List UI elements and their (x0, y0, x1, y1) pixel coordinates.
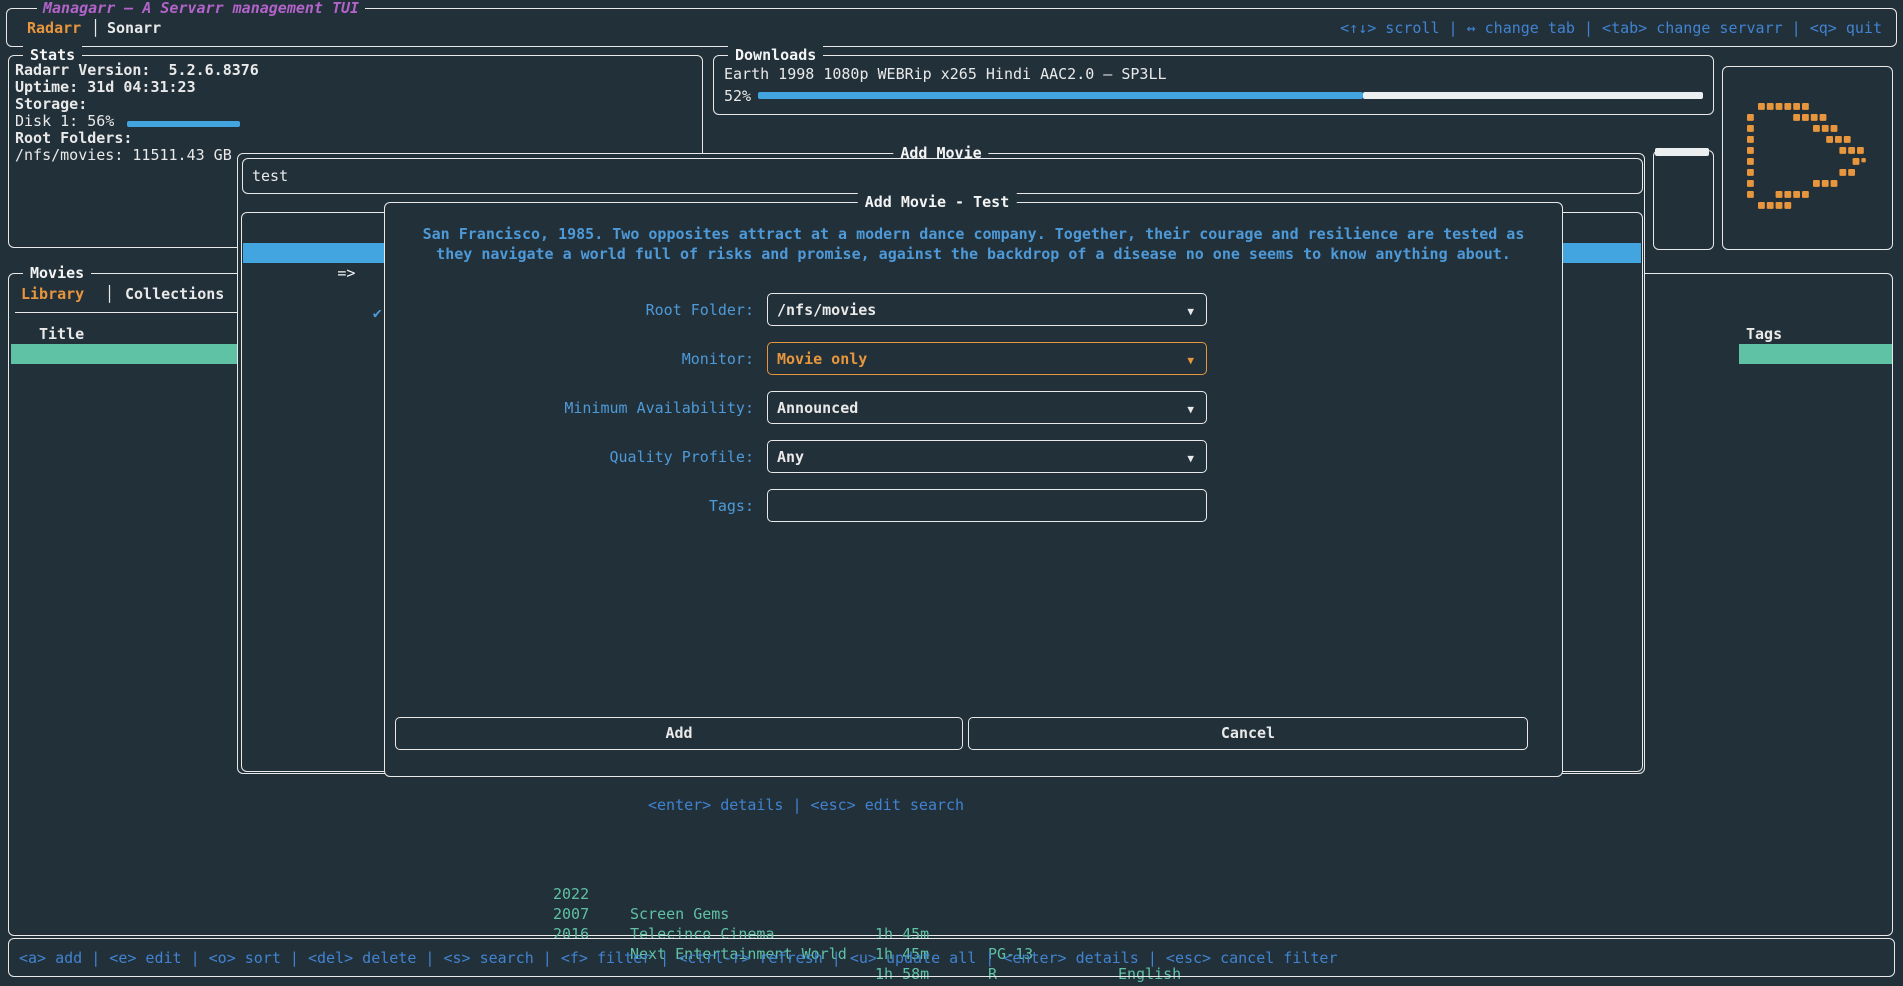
field-dropdown[interactable] (767, 489, 1207, 522)
movie-row[interactable]: The Conjuring 2 (11, 384, 239, 404)
disk-usage-gauge (127, 121, 240, 127)
movie-row[interactable]: Ma (11, 704, 239, 724)
movie-row[interactable]: 1408 (11, 824, 239, 844)
selected-row-tags-cell (1739, 344, 1892, 364)
field-label: Tags: (385, 496, 754, 516)
movie-row[interactable]: Slender Man (11, 684, 239, 704)
movie-row[interactable]: Lights Out (11, 804, 239, 824)
search-input-value: test (252, 166, 288, 186)
app-title: Managarr – A Servarr management TUI (37, 0, 365, 18)
movie-row[interactable]: The Thing (11, 464, 239, 484)
movie-row[interactable]: A Quiet Place Part II (11, 584, 239, 604)
movie-row[interactable]: Misery (11, 784, 239, 804)
footer-help-text: <a> add | <e> edit | <o> sort | <del> de… (19, 948, 1338, 968)
cancel-button[interactable]: Cancel (968, 717, 1528, 750)
field-dropdown[interactable]: Any ▼ (767, 440, 1207, 473)
tab-radarr[interactable]: Radarr (27, 18, 81, 38)
form-field: Minimum Availability: Announced ▼ (385, 391, 1562, 424)
title-column-header: Title (39, 324, 84, 344)
form-field: Root Folder: /nfs/movies ▼ (385, 293, 1562, 326)
chevron-down-icon: ▼ (1187, 351, 1194, 371)
movie-row[interactable]: Gone with the Wind (11, 544, 239, 564)
add-movie-modal: Add Movie - Test San Francisco, 1985. Tw… (384, 202, 1563, 777)
movies-title: Movies (23, 263, 91, 283)
movie-row[interactable]: A Quiet Place (11, 564, 239, 584)
movie-list: =>Dune The Conjuring The Conjuring 2 The… (11, 344, 239, 924)
chevron-down-icon: ▼ (1187, 400, 1194, 420)
movie-row[interactable]: Us (11, 664, 239, 684)
movies-tab-separator: │ (105, 284, 114, 304)
stats-root-folder: /nfs/movies: 11511.43 GB (15, 145, 232, 165)
movie-row[interactable]: The Conjuring (11, 364, 239, 384)
chevron-down-icon: ▼ (1187, 302, 1194, 322)
table-row[interactable]: 2007 Telecinco Cinema 1h 45m R Spanish 0… (0, 884, 1903, 904)
modal-title: Add Movie - Test (858, 192, 1017, 212)
field-value: Any (777, 447, 804, 467)
add-button[interactable]: Add (395, 717, 963, 750)
field-dropdown[interactable]: /nfs/movies ▼ (767, 293, 1207, 326)
download-gauge-remainder (1363, 92, 1703, 99)
tabs-underline (15, 312, 239, 313)
top-help-text: <↑↓> scroll | ↔ change tab | <tab> chang… (1340, 18, 1882, 38)
movie-row[interactable]: mother! (11, 724, 239, 744)
field-dropdown[interactable]: Announced ▼ (767, 391, 1207, 424)
field-label: Monitor: (385, 349, 754, 369)
field-label: Quality Profile: (385, 447, 754, 467)
movie-row[interactable]: Inception (11, 424, 239, 444)
movie-row[interactable]: Nope (11, 524, 239, 544)
form-field: Quality Profile: Any ▼ (385, 440, 1562, 473)
table-row[interactable]: 2022 Screen Gems 1h 45m PG-13 English 1.… (0, 864, 1903, 884)
downloads-title: Downloads (728, 45, 823, 65)
tab-library[interactable]: Library (21, 284, 84, 304)
tags-column-header: Tags (1746, 324, 1782, 344)
chevron-down-icon: ▼ (1187, 449, 1194, 469)
field-value: /nfs/movies (777, 300, 876, 320)
logo-panel (1722, 66, 1893, 250)
field-label: Root Folder: (385, 300, 754, 320)
movie-search-input[interactable]: test (242, 158, 1643, 194)
panel-fragment (1653, 150, 1714, 250)
field-value: Announced (777, 398, 858, 418)
movie-row[interactable]: Firestarter (11, 764, 239, 784)
gauge-fragment (1655, 148, 1709, 156)
top-bar: Managarr – A Servarr management TUI Rada… (6, 8, 1897, 47)
download-percent: 52% (724, 86, 751, 106)
movie-row[interactable]: Incantation (11, 744, 239, 764)
movie-row[interactable]: The Witch (11, 604, 239, 624)
movie-row[interactable]: Sinister (11, 624, 239, 644)
movie-row[interactable]: =>Dune (11, 344, 239, 364)
download-gauge-filled (758, 92, 1363, 99)
field-label: Minimum Availability: (385, 398, 754, 418)
selection-arrow: => (333, 263, 359, 283)
tab-collections[interactable]: Collections (125, 284, 224, 304)
movie-row[interactable]: The Girl with All the (11, 844, 239, 864)
movie-row[interactable]: The Conjuring: The De (11, 404, 239, 424)
managarr-logo (1736, 103, 1879, 213)
movie-row[interactable]: Life (11, 504, 239, 524)
footer-bar: <a> add | <e> edit | <o> sort | <del> de… (8, 938, 1895, 977)
download-item: Earth 1998 1080p WEBRip x265 Hindi AAC2.… (724, 64, 1167, 84)
field-dropdown[interactable]: Movie only ▼ (767, 342, 1207, 375)
downloads-panel: Downloads Earth 1998 1080p WEBRip x265 H… (713, 55, 1714, 115)
form-field: Tags: (385, 489, 1562, 522)
movie-row[interactable]: Sinister 2 (11, 644, 239, 664)
movie-row[interactable]: The Martian (11, 444, 239, 464)
table-row[interactable]: 2016 Next Entertainment World 1h 58m NR … (0, 904, 1903, 924)
overview-line-2: they navigate a world full of risks and … (436, 244, 1511, 264)
overview-line-1: San Francisco, 1985. Two opposites attra… (423, 224, 1525, 244)
popup-help-text: <enter> details | <esc> edit search (648, 795, 964, 815)
field-value: Movie only (777, 349, 867, 369)
form-field: Monitor: Movie only ▼ (385, 342, 1562, 375)
tab-separator: │ (91, 18, 100, 38)
managarr-screen: Managarr – A Servarr management TUI Rada… (0, 0, 1903, 986)
tab-sonarr[interactable]: Sonarr (107, 18, 161, 38)
movie-row[interactable]: Alien (11, 484, 239, 504)
